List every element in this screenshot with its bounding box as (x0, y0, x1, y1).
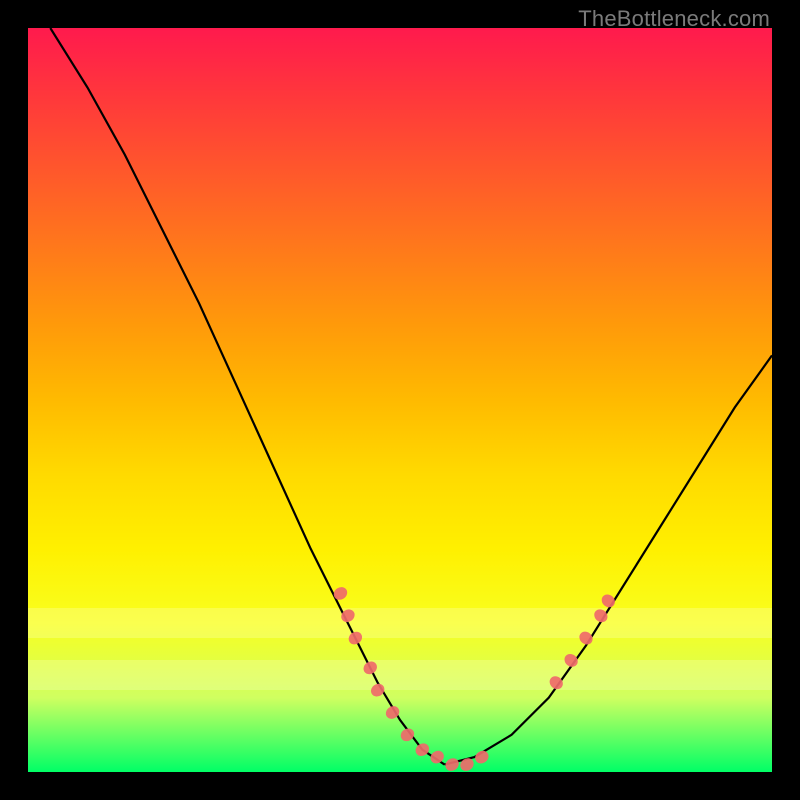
plot-area (28, 28, 772, 772)
marker-layer (28, 28, 772, 772)
chart-frame: TheBottleneck.com (0, 0, 800, 800)
markers-right (547, 592, 618, 692)
markers-left (331, 585, 491, 772)
watermark-text: TheBottleneck.com (578, 6, 770, 32)
